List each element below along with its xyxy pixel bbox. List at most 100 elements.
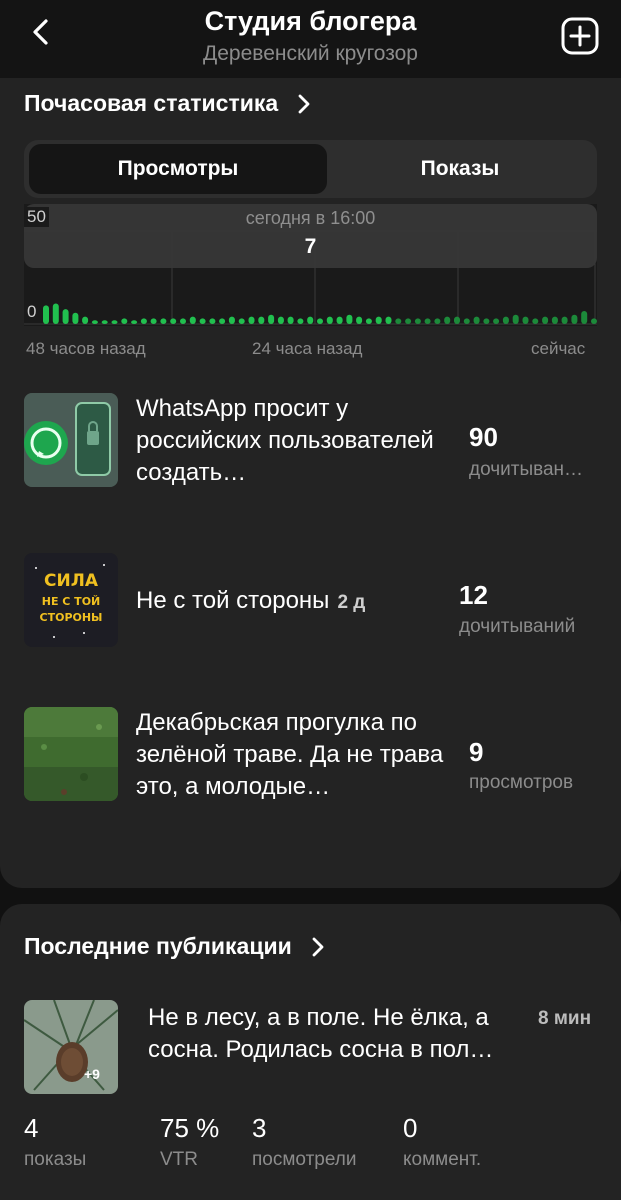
chart-bar [258,316,265,324]
chart-bar [297,318,304,324]
article-count: 90 [469,422,498,452]
article-metric: просмотров [469,772,574,793]
chart-bar [473,316,480,324]
chart-bar [287,316,294,324]
article-age: 2 д [337,592,366,613]
chart-bar [542,316,549,324]
chart-bar [62,309,69,324]
chart-bar [591,318,597,324]
chart-bar [551,316,558,324]
recent-publications-link[interactable]: Последние публикации [24,933,328,960]
thumb-text-1: СИЛА [44,571,99,591]
chart-bar [160,318,167,324]
chart-bar [307,316,314,324]
article-title-row: Не с той стороны 2 д [136,585,452,619]
chart-bar [228,316,235,324]
article-thumbnail [24,393,118,487]
chart-bar [326,316,333,324]
chart-bar [522,316,529,324]
chart-bar [317,318,323,324]
y-axis-min: 0 [24,302,40,322]
x-label-24h: 24 часа назад [252,339,363,358]
y-axis-max: 50 [24,207,49,227]
chart-bar [571,314,578,324]
chart-bar [493,318,500,324]
metric-vtr-value: 75 % [160,1113,220,1143]
chart-bar [238,318,245,324]
tooltip-value: 7 [304,235,317,258]
tooltip-time: сегодня в 16:00 [245,208,376,228]
channel-name: Деревенский кругозор [203,42,418,65]
chart-bar [385,316,392,324]
metric-comments-label: коммент. [403,1149,482,1170]
chart-bar [268,314,275,324]
chart-bar [189,316,196,324]
article-title: Декабрьская прогулка по зелёной траве. Д… [136,709,444,800]
photo-count-badge: +9 [84,1066,100,1082]
chart-bar [405,318,412,324]
metric-viewed-value: 3 [252,1113,267,1143]
chart-bar [170,318,177,324]
article-thumbnail: СИЛА НЕ С ТОЙ СТОРОНЫ [24,553,118,647]
thumb-text-2: НЕ С ТОЙ [42,595,101,608]
article-thumbnail [24,707,118,801]
chart-bar [424,318,431,324]
create-publication-button[interactable] [560,16,600,56]
x-label-now: сейчас [531,339,586,358]
article-title: Не с той стороны [136,587,330,614]
metric-comments-value: 0 [403,1113,418,1143]
chart-bar [444,316,451,324]
tab-impressions[interactable]: Показы [327,144,593,194]
chart-bar [346,314,353,324]
tab-views[interactable]: Просмотры [29,144,327,194]
chart-bar [131,320,138,324]
chart-bar [219,318,226,324]
metric-viewed-label: посмотрели [252,1149,357,1170]
plus-square-icon [561,17,599,55]
x-label-48h: 48 часов назад [26,339,146,358]
hourly-stats-title: Почасовая статистика [24,90,279,116]
chart-bar [414,318,421,324]
chart-bar [180,318,186,324]
chart-bar [336,316,343,324]
chart-bar [121,318,128,324]
recent-publications-title: Последние публикации [24,933,292,959]
chart-bar [395,318,402,324]
article-metric: дочитыван… [469,459,584,480]
chevron-right-icon [312,937,324,956]
metric-vtr-label: VTR [160,1149,198,1170]
hourly-stats-link[interactable]: Почасовая статистика [24,90,314,117]
chart-bar [140,318,147,324]
chart-bar [483,318,490,324]
chevron-right-icon [298,94,310,113]
publication-time: 8 мин [538,1008,592,1029]
article-count: 12 [459,580,488,610]
metric-impressions-value: 4 [24,1113,39,1143]
chart-bar [512,314,519,324]
chart-bar [434,318,441,324]
chart-bar [209,318,216,324]
chart-bar [502,316,509,324]
publication-thumbnail [24,1000,118,1094]
thumb-text-3: СТОРОНЫ [40,611,103,624]
article-title: WhatsApp просит у российских пользовател… [136,395,434,486]
chart-bar [365,318,372,324]
metric-impressions-label: показы [24,1149,87,1170]
chart-bar [532,318,539,324]
chart-bar [454,316,460,324]
chart-bar [561,316,568,324]
chart-bar [150,318,157,324]
chart-bar [43,305,49,324]
publication-title: Не в лесу, а в поле. Не ёлка, а сосна. Р… [148,1004,494,1063]
chart-bar [277,316,284,324]
chart-bar [375,316,382,324]
article-metric: дочитываний [459,616,576,637]
chart-bar [111,320,118,324]
article-count: 9 [469,737,484,767]
chart-bar [101,320,108,324]
chart-bar [91,320,98,324]
page-title: Студия блогера [204,6,417,36]
chart-bar [581,311,588,324]
chart-bar [463,318,470,324]
chart-bar [356,316,363,324]
